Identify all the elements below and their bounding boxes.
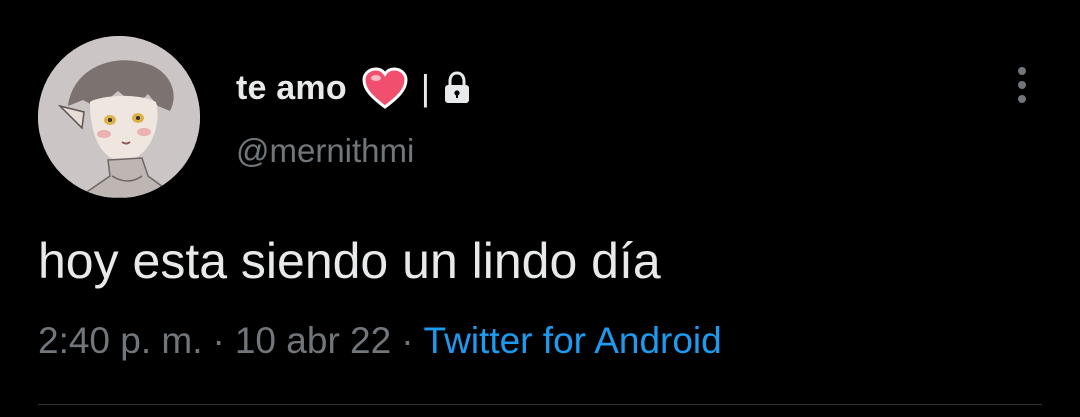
meta-separator: ·	[401, 320, 414, 361]
name-separator: |	[420, 67, 431, 108]
user-name-row: te amo |	[236, 58, 472, 118]
tweet-date[interactable]: 10 abr 22	[235, 320, 391, 361]
tweet-detail: te amo | @mernithmi hoy esta siendo un l…	[0, 0, 1080, 417]
user-handle[interactable]: @mernithmi	[236, 132, 414, 170]
tweet-time[interactable]: 2:40 p. m.	[38, 320, 203, 361]
tweet-source-link[interactable]: Twitter for Android	[424, 320, 722, 361]
tweet-text: hoy esta siendo un lindo día	[38, 233, 661, 289]
avatar-image	[38, 36, 200, 198]
tweet-meta: 2:40 p. m. · 10 abr 22 · Twitter for Android	[38, 320, 722, 362]
lock-icon	[442, 71, 472, 105]
heart-emoji-icon	[361, 66, 409, 110]
meta-separator: ·	[212, 320, 225, 361]
more-options-icon[interactable]	[1012, 64, 1032, 108]
avatar[interactable]	[38, 36, 200, 198]
display-name[interactable]: te amo	[236, 69, 347, 108]
divider	[38, 404, 1042, 405]
